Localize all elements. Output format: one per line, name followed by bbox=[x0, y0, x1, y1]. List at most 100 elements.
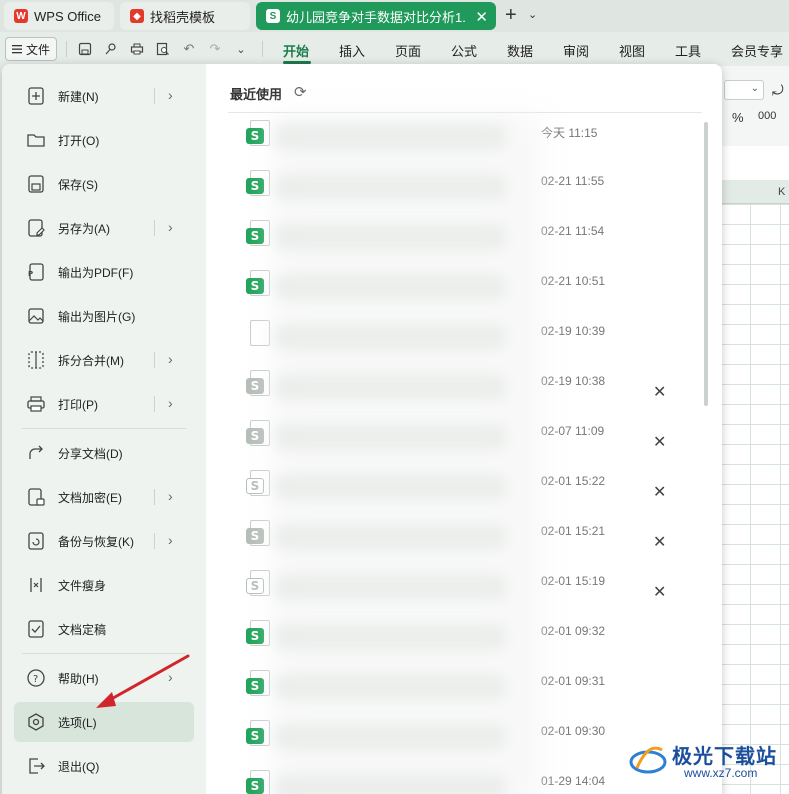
menu-item-label: 新建(N) bbox=[58, 90, 99, 104]
spreadsheet-file-icon: S bbox=[246, 170, 270, 200]
spreadsheet-file-icon: S bbox=[246, 420, 270, 450]
options-icon bbox=[26, 712, 46, 732]
watermark-name: 极光下载站 bbox=[672, 746, 777, 768]
wrap-text-icon[interactable]: ⤾ bbox=[772, 82, 784, 99]
split-merge-icon bbox=[26, 350, 46, 370]
menu-item-label: 分享文档(D) bbox=[58, 447, 123, 461]
redo-icon[interactable]: ↷ bbox=[206, 40, 224, 58]
watermark: 极光下载站 www.xz7.com bbox=[628, 736, 788, 786]
menu-item-split-merge[interactable]: 拆分合并(M) › bbox=[14, 340, 194, 380]
scrollbar[interactable] bbox=[704, 122, 708, 406]
chevron-right-icon[interactable]: › bbox=[168, 351, 173, 367]
svg-text:P: P bbox=[28, 270, 33, 278]
spreadsheet-file-icon: S bbox=[246, 770, 270, 794]
file-menu-label: 文件 bbox=[25, 42, 50, 57]
svg-text:?: ? bbox=[33, 674, 38, 685]
chevron-right-icon[interactable]: › bbox=[168, 488, 173, 504]
spreadsheet-file-icon: S bbox=[246, 620, 270, 650]
menu-item-finalize[interactable]: 文档定稿 bbox=[14, 609, 194, 649]
close-tab-icon[interactable]: ✕ bbox=[475, 8, 488, 26]
chevron-right-icon[interactable]: › bbox=[168, 219, 173, 235]
remove-recent-icon[interactable]: ✕ bbox=[653, 532, 666, 552]
save-icon[interactable] bbox=[76, 40, 94, 58]
file-date: 02-01 15:21 bbox=[541, 524, 606, 538]
file-date: 02-21 10:51 bbox=[541, 274, 606, 288]
tab-page[interactable]: 页面 bbox=[395, 41, 421, 60]
tab-data[interactable]: 数据 bbox=[507, 41, 533, 60]
menu-item-label: 打印(P) bbox=[58, 398, 98, 412]
menu-item-label: 输出为PDF(F) bbox=[58, 266, 134, 280]
spreadsheet-icon: S bbox=[266, 9, 280, 23]
title-bar: W WPS Office ◆ 找稻壳模板 S 幼儿园竞争对手数据对比分析1.xl… bbox=[0, 0, 789, 32]
menu-item-export-image[interactable]: 输出为图片(G) bbox=[14, 296, 194, 336]
menu-item-export-pdf[interactable]: P 输出为PDF(F) bbox=[14, 252, 194, 292]
tab-home[interactable]: 开始 bbox=[283, 41, 309, 60]
tab-tools[interactable]: 工具 bbox=[675, 41, 701, 60]
chevron-down-icon[interactable]: ⌄ bbox=[528, 8, 537, 21]
menu-item-label: 打开(O) bbox=[58, 134, 100, 148]
menu-item-label: 保存(S) bbox=[58, 178, 98, 192]
docer-icon: ◆ bbox=[130, 9, 144, 23]
image-export-icon bbox=[26, 306, 46, 326]
file-date: 02-21 11:55 bbox=[541, 174, 605, 188]
tab-member[interactable]: 会员专享 bbox=[731, 41, 783, 60]
remove-recent-icon[interactable]: ✕ bbox=[653, 482, 666, 502]
watermark-url: www.xz7.com bbox=[684, 766, 758, 780]
pen-icon[interactable] bbox=[102, 40, 120, 58]
column-label[interactable]: K bbox=[778, 186, 785, 198]
undo-icon[interactable]: ↶ bbox=[180, 40, 198, 58]
save-as-icon bbox=[26, 218, 46, 238]
menu-item-encrypt[interactable]: 文档加密(E) › bbox=[14, 477, 194, 517]
print-preview-icon[interactable] bbox=[154, 40, 172, 58]
chevron-right-icon[interactable]: › bbox=[168, 87, 173, 103]
menu-item-exit[interactable]: 退出(Q) bbox=[14, 746, 194, 786]
print-icon[interactable] bbox=[128, 40, 146, 58]
new-file-icon bbox=[26, 86, 46, 106]
file-date: 02-01 09:30 bbox=[541, 724, 606, 738]
hamburger-icon bbox=[11, 45, 22, 54]
menu-item-label: 文档加密(E) bbox=[58, 491, 122, 505]
menu-item-share[interactable]: 分享文档(D) bbox=[14, 433, 194, 473]
tab-view[interactable]: 视图 bbox=[619, 41, 645, 60]
tab-insert[interactable]: 插入 bbox=[339, 41, 365, 60]
help-icon: ? bbox=[26, 668, 46, 688]
redacted-file-names bbox=[272, 112, 542, 794]
menu-item-save-as[interactable]: 另存为(A) › bbox=[14, 208, 194, 248]
tab-formula[interactable]: 公式 bbox=[451, 41, 477, 60]
file-date: 02-21 11:54 bbox=[541, 224, 605, 238]
file-menu-button[interactable]: 文件 bbox=[5, 37, 57, 61]
file-date: 01-29 14:04 bbox=[541, 774, 606, 788]
refresh-icon[interactable]: ⟳ bbox=[294, 83, 307, 101]
backup-icon bbox=[26, 531, 46, 551]
spreadsheet-file-icon: S bbox=[246, 470, 270, 500]
remove-recent-icon[interactable]: ✕ bbox=[653, 432, 666, 452]
tab-wps-office[interactable]: W WPS Office bbox=[4, 2, 114, 30]
tab-active-document[interactable]: S 幼儿园竞争对手数据对比分析1.xlsx ✕ bbox=[256, 2, 496, 30]
menu-item-open[interactable]: 打开(O) bbox=[14, 120, 194, 160]
menu-item-label: 退出(Q) bbox=[58, 760, 100, 774]
chevron-right-icon[interactable]: › bbox=[168, 395, 173, 411]
number-format-dropdown[interactable]: ⌄ bbox=[724, 80, 764, 100]
menu-item-new[interactable]: 新建(N) › bbox=[14, 76, 194, 116]
cell-grid[interactable] bbox=[720, 204, 789, 794]
file-date: 02-01 09:32 bbox=[541, 624, 606, 638]
spreadsheet-file-icon: S bbox=[246, 520, 270, 550]
chevron-right-icon[interactable]: › bbox=[168, 532, 173, 548]
tab-docer-template[interactable]: ◆ 找稻壳模板 bbox=[120, 2, 250, 30]
menu-item-save[interactable]: 保存(S) bbox=[14, 164, 194, 204]
chevron-down-icon[interactable]: ⌄ bbox=[232, 40, 250, 58]
wps-logo-icon: W bbox=[14, 9, 28, 23]
tab-label: 找稻壳模板 bbox=[150, 9, 216, 25]
percent-format-button[interactable]: % bbox=[732, 110, 744, 125]
file-date: 02-01 15:19 bbox=[541, 574, 606, 588]
menu-item-print[interactable]: 打印(P) › bbox=[14, 384, 194, 424]
thousands-format-button[interactable]: 000 bbox=[758, 110, 776, 122]
remove-recent-icon[interactable]: ✕ bbox=[653, 582, 666, 602]
pdf-export-icon: P bbox=[26, 262, 46, 282]
file-date: 02-19 10:38 bbox=[541, 374, 606, 388]
tab-review[interactable]: 审阅 bbox=[563, 41, 589, 60]
menu-item-slim-file[interactable]: 文件瘦身 bbox=[14, 565, 194, 605]
remove-recent-icon[interactable]: ✕ bbox=[653, 382, 666, 402]
menu-item-backup[interactable]: 备份与恢复(K) › bbox=[14, 521, 194, 561]
new-tab-button[interactable]: + bbox=[505, 4, 517, 27]
